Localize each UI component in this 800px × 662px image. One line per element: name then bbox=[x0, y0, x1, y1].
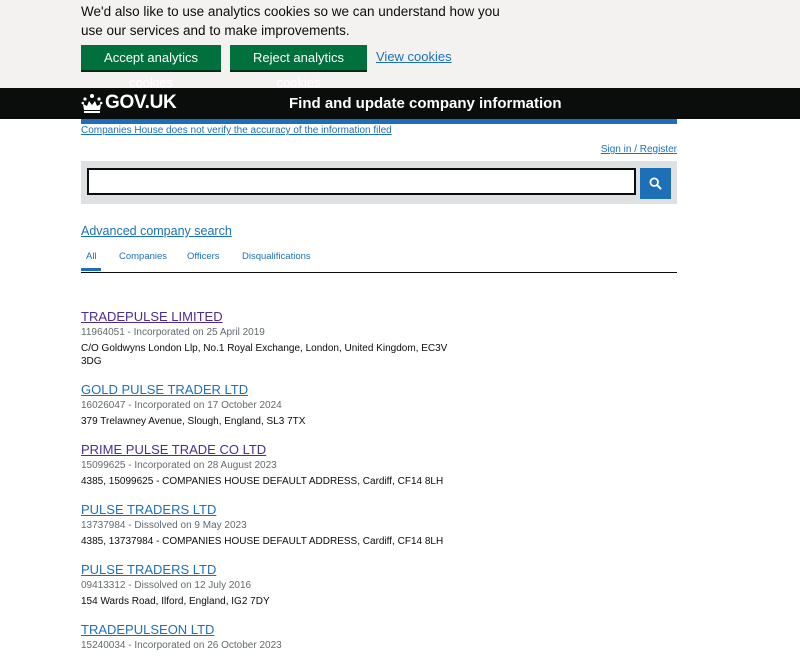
result-address: C/O Goldwyns London Llp, No.1 Royal Exch… bbox=[81, 343, 448, 367]
search-results-list: TRADEPULSE LIMITED 11964051 - Incorporat… bbox=[81, 309, 681, 662]
result-company-link[interactable]: TRADEPULSE LIMITED bbox=[81, 309, 681, 325]
result-company-link[interactable]: GOLD PULSE TRADER LTD bbox=[81, 382, 681, 398]
result-address: 379 Trelawney Avenue, Slough, England, S… bbox=[81, 416, 306, 427]
search-input[interactable] bbox=[87, 168, 636, 195]
verify-accuracy-link[interactable]: Companies House does not verify the accu… bbox=[81, 124, 392, 137]
site-header: GOV.UK Find and update company informati… bbox=[0, 88, 800, 119]
service-name-link[interactable]: Find and update company information bbox=[289, 94, 562, 114]
tab-officers[interactable]: Officers bbox=[187, 251, 220, 262]
reject-analytics-cookies-button[interactable]: Reject analytics cookies bbox=[230, 45, 367, 90]
search-panel bbox=[81, 161, 677, 204]
sign-in-register-link[interactable]: Sign in / Register bbox=[601, 143, 677, 156]
govuk-logo-link[interactable]: GOV.UK bbox=[105, 92, 177, 114]
search-result-item: TRADEPULSEON LTD 15240034 - Incorporated… bbox=[81, 622, 681, 662]
result-meta: 15099625 - Incorporated on 28 August 202… bbox=[81, 460, 277, 471]
cookie-banner: We'd also like to use analytics cookies … bbox=[0, 0, 800, 90]
crown-icon bbox=[81, 94, 103, 113]
result-address: 4385, 15099625 - COMPANIES HOUSE DEFAULT… bbox=[81, 476, 444, 487]
result-address: 154 Wards Road, Ilford, England, IG2 7DY bbox=[81, 596, 270, 607]
search-result-item: PULSE TRADERS LTD 09413312 - Dissolved o… bbox=[81, 562, 681, 622]
search-button[interactable] bbox=[640, 168, 671, 199]
result-meta: 15240034 - Incorporated on 26 October 20… bbox=[81, 640, 282, 651]
result-meta: 16026047 - Incorporated on 17 October 20… bbox=[81, 400, 282, 411]
advanced-company-search-link[interactable]: Advanced company search bbox=[81, 224, 232, 238]
search-result-item: TRADEPULSE LIMITED 11964051 - Incorporat… bbox=[81, 309, 681, 382]
view-cookies-link[interactable]: View cookies bbox=[376, 49, 452, 64]
search-result-item: GOLD PULSE TRADER LTD 16026047 - Incorpo… bbox=[81, 382, 681, 442]
tab-disqualifications[interactable]: Disqualifications bbox=[242, 251, 311, 262]
search-result-item: PRIME PULSE TRADE CO LTD 15099625 - Inco… bbox=[81, 442, 681, 502]
search-icon bbox=[649, 177, 662, 190]
tab-all[interactable]: All bbox=[86, 251, 97, 262]
tab-all-active-indicator bbox=[81, 268, 101, 271]
tab-companies[interactable]: Companies bbox=[119, 251, 167, 262]
search-result-item: PULSE TRADERS LTD 13737984 - Dissolved o… bbox=[81, 502, 681, 562]
result-meta: 13737984 - Dissolved on 9 May 2023 bbox=[81, 520, 247, 531]
result-company-link[interactable]: TRADEPULSEON LTD bbox=[81, 622, 681, 638]
accept-analytics-cookies-button[interactable]: Accept analytics cookies bbox=[81, 45, 221, 90]
search-tabs: All Companies Officers Disqualifications bbox=[81, 250, 677, 273]
result-address: 4385, 13737984 - COMPANIES HOUSE DEFAULT… bbox=[81, 536, 444, 547]
result-meta: 11964051 - Incorporated on 25 April 2019 bbox=[81, 327, 265, 338]
result-meta: 09413312 - Dissolved on 12 July 2016 bbox=[81, 580, 252, 591]
result-company-link[interactable]: PULSE TRADERS LTD bbox=[81, 502, 681, 518]
cookie-banner-text: We'd also like to use analytics cookies … bbox=[81, 4, 500, 38]
result-company-link[interactable]: PULSE TRADERS LTD bbox=[81, 562, 681, 578]
result-company-link[interactable]: PRIME PULSE TRADE CO LTD bbox=[81, 442, 681, 458]
